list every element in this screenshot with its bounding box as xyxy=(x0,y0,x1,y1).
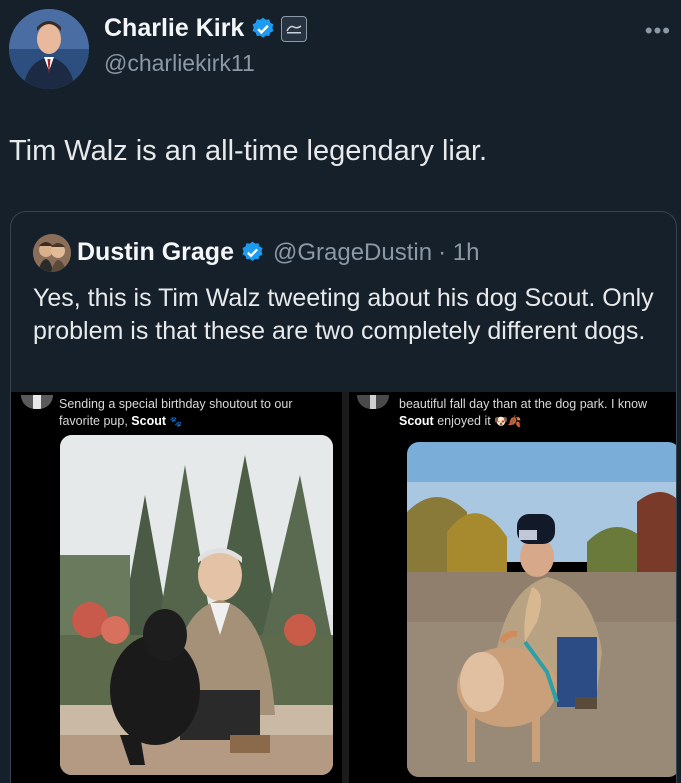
paw-icon: 🐾 xyxy=(169,417,182,428)
quote-timestamp[interactable]: · 1h xyxy=(438,239,479,267)
verified-badge-icon xyxy=(252,17,274,38)
left-dog-photo xyxy=(60,435,333,775)
left-screenshot-panel: Sending a special birthday shoutout to o… xyxy=(11,392,342,783)
right-dog-photo xyxy=(407,442,676,777)
quote-author-avatar[interactable] xyxy=(33,234,71,272)
left-post-text: Sending a special birthday shoutout to o… xyxy=(59,397,293,428)
tweet-header: Charlie Kirk @charliekirk11 ••• xyxy=(0,0,681,100)
left-post-avatar xyxy=(21,395,53,409)
dog-face-icon: 🐶 xyxy=(494,416,508,428)
tweet-text: Tim Walz is an all-time legendary liar. xyxy=(9,135,488,167)
right-screenshot-panel: beautiful fall day than at the dog park.… xyxy=(349,392,676,783)
verified-badge-icon xyxy=(242,241,263,261)
author-handle[interactable]: @charliekirk11 xyxy=(104,50,255,77)
quote-author-name[interactable]: Dustin Grage xyxy=(77,238,234,267)
quoted-tweet[interactable]: Dustin Grage @GrageDustin · 1h Yes, this… xyxy=(10,211,677,783)
right-post-text: beautiful fall day than at the dog park.… xyxy=(399,397,648,428)
organization-badge-icon[interactable] xyxy=(281,15,308,42)
quote-media[interactable]: Sending a special birthday shoutout to o… xyxy=(11,392,676,783)
author-avatar[interactable] xyxy=(9,9,89,89)
right-post-avatar xyxy=(357,395,389,409)
more-options-icon[interactable]: ••• xyxy=(645,18,671,44)
quote-text: Yes, this is Tim Walz tweeting about his… xyxy=(33,284,654,345)
quote-author-handle[interactable]: @GrageDustin xyxy=(273,239,432,267)
panel-divider xyxy=(342,392,349,783)
leaf-icon: 🍂 xyxy=(507,416,522,428)
author-name[interactable]: Charlie Kirk xyxy=(104,14,244,43)
